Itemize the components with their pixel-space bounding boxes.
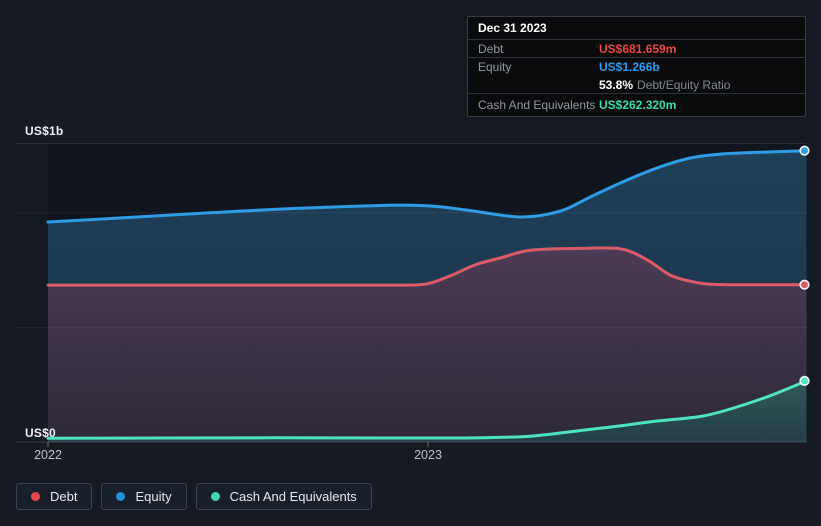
debt-legend-label: Debt — [50, 489, 78, 504]
tooltip-debt-value: US$681.659m — [599, 41, 677, 56]
cash-end-dot — [799, 375, 810, 387]
x-axis-tick-2022: 2022 — [34, 448, 62, 462]
tooltip-cash-value: US$262.320m — [599, 98, 677, 112]
cash-legend-label: Cash And Equivalents — [229, 489, 357, 504]
x-axis-tick-2023: 2023 — [414, 448, 442, 462]
tooltip-cash-label: Cash And Equivalents — [478, 98, 596, 112]
tooltip-debt-row: Debt US$681.659m — [468, 40, 805, 58]
tooltip-ratio-label: Debt/Equity Ratio — [637, 77, 731, 92]
legend-item-equity[interactable]: Equity — [101, 483, 187, 510]
tooltip-equity-value: US$1.266b — [599, 60, 660, 74]
legend-item-cash[interactable]: Cash And Equivalents — [195, 483, 372, 510]
cash-legend-dot — [210, 492, 220, 501]
equity-legend-label: Equity — [135, 489, 172, 504]
tooltip-equity-label: Equity — [478, 60, 512, 74]
chart-legend: Debt Equity Cash And Equivalents — [16, 483, 372, 510]
equity-end-dot — [799, 145, 810, 156]
equity-legend-dot — [116, 492, 126, 501]
tooltip-ratio-value: 53.8% — [599, 77, 634, 92]
chart-tooltip: Dec 31 2023 Debt US$681.659m Equity US$1… — [467, 16, 806, 117]
y-axis-max-label: US$1b — [25, 124, 64, 138]
tooltip-cash-row: Cash And Equivalents US$262.320m — [468, 94, 805, 116]
tooltip-date: Dec 31 2023 — [468, 17, 805, 40]
y-axis-zero-label: US$0 — [25, 426, 56, 440]
debt-end-dot — [799, 279, 810, 290]
debt-legend-dot — [31, 492, 40, 501]
legend-item-debt[interactable]: Debt — [16, 483, 93, 510]
debt-equity-history-chart: US$1b US$0 2022 2023 Dec 31 2023 Debt US… — [0, 0, 821, 526]
tooltip-debt-label: Debt — [478, 41, 504, 56]
tooltip-equity-row: Equity US$1.266b — [468, 58, 805, 76]
tooltip-ratio-row: 53.8% Debt/Equity Ratio — [468, 76, 805, 94]
